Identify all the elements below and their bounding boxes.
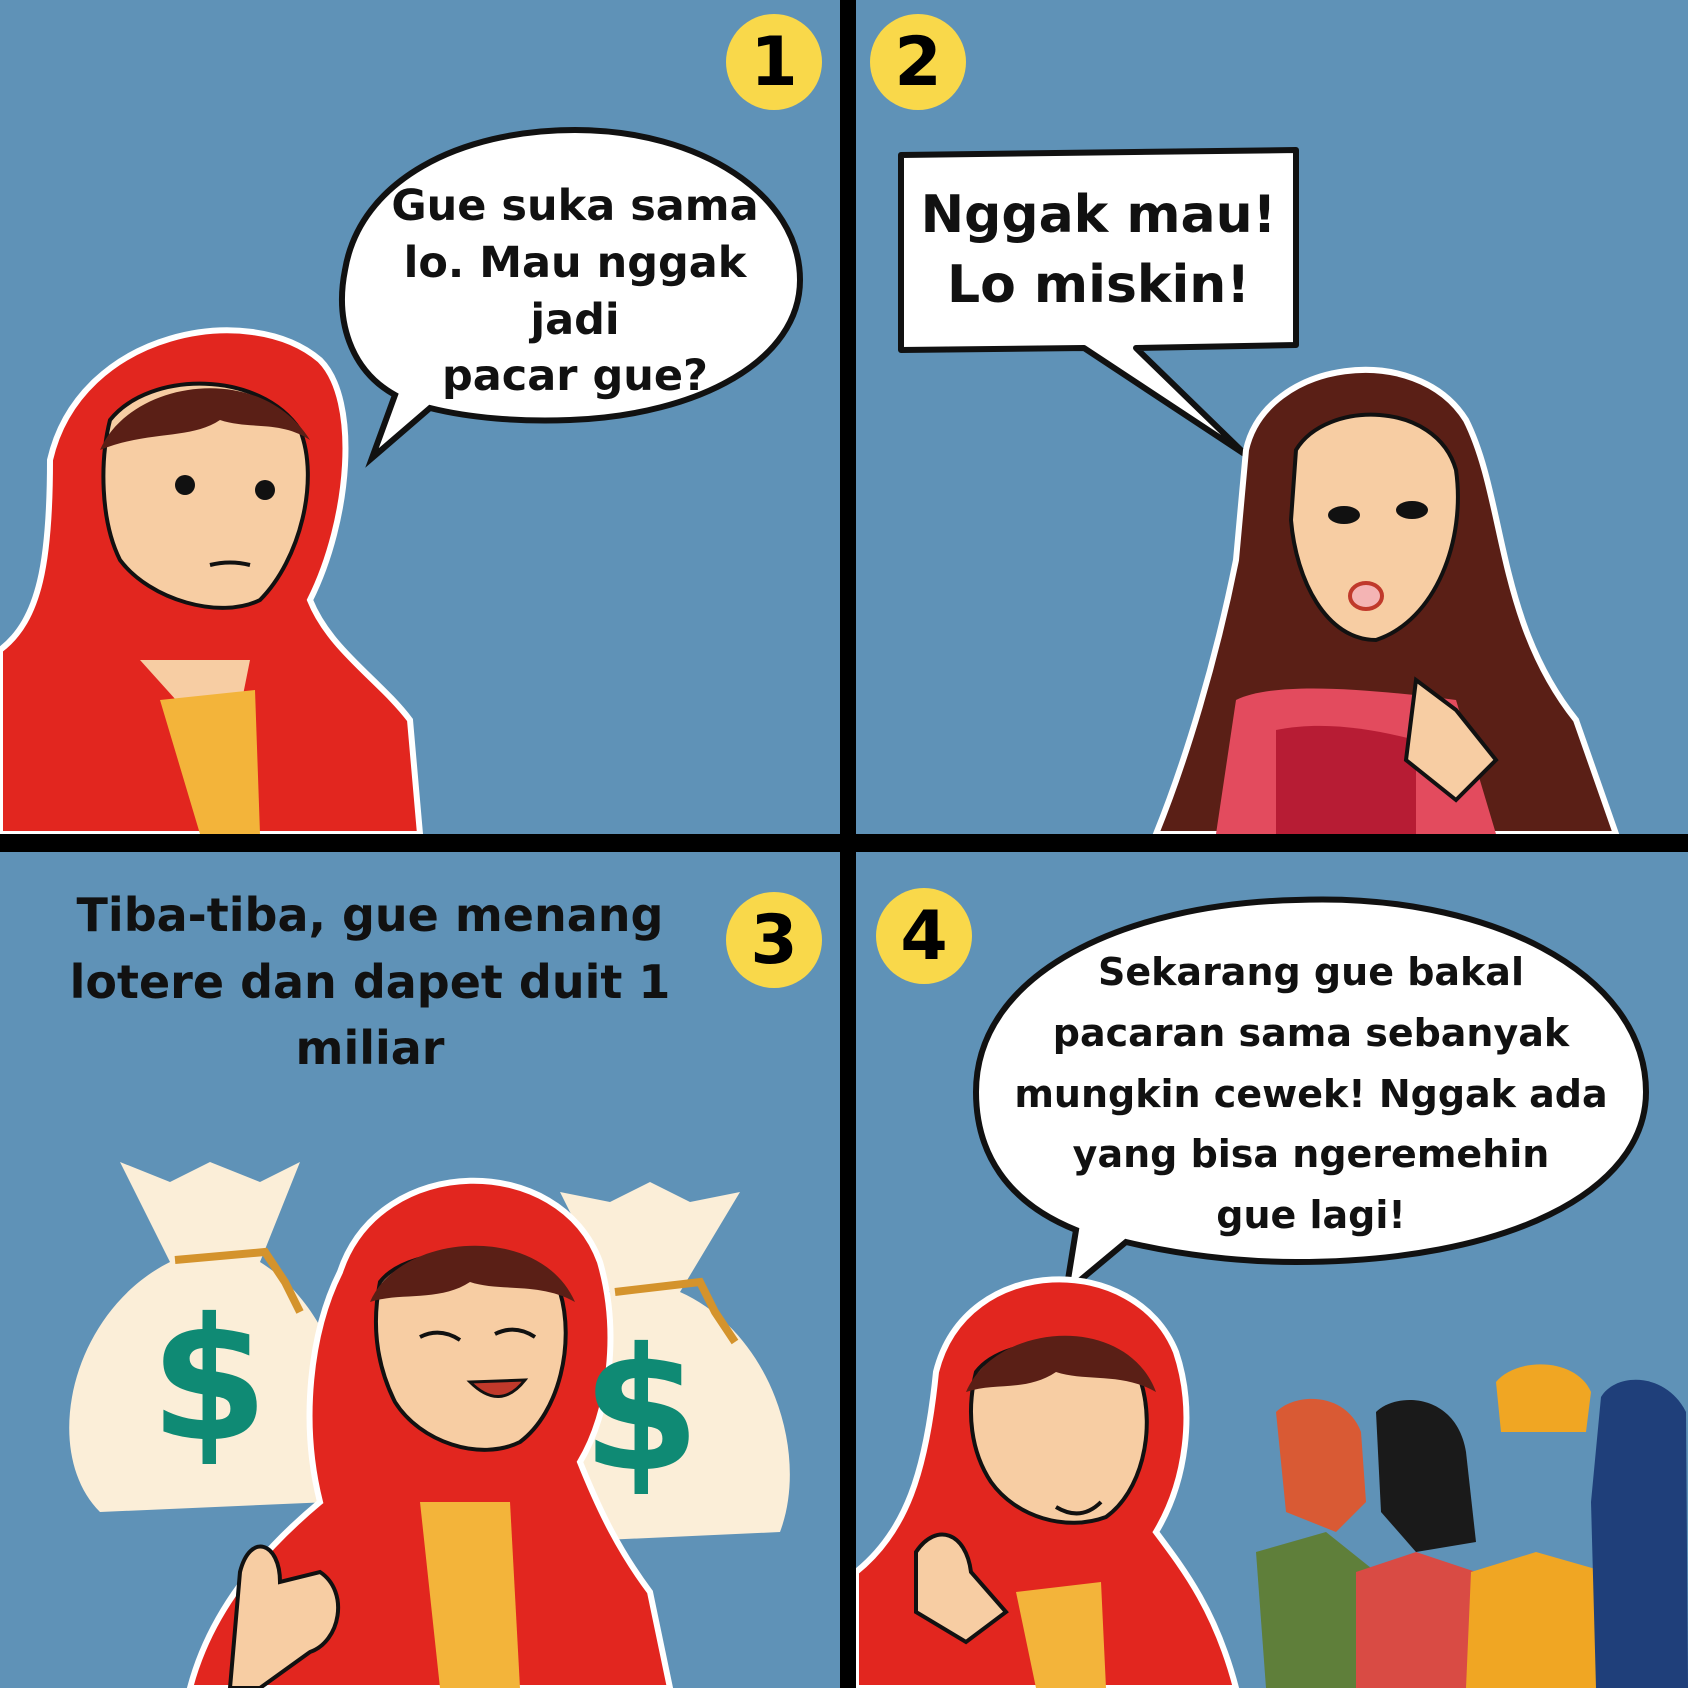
dollar-sign-right: $ [582, 1312, 701, 1510]
panel-1: 1 Gue suka sama lo. Mau nggak jadi pacar… [0, 0, 840, 834]
panel-2: 2 Nggak mau! Lo miskin! [856, 0, 1688, 834]
hooded-man [0, 327, 424, 834]
comic-strip: 1 Gue suka sama lo. Mau nggak jadi pacar… [0, 0, 1688, 1688]
speech-text-1: Gue suka sama lo. Mau nggak jadi pacar g… [391, 181, 759, 402]
panel-4: 4 Sekarang gue bakal pacaran sama sebany… [856, 852, 1688, 1688]
panel-2-art [898, 147, 1620, 834]
speech-text-2: Nggak mau! Lo miskin! [920, 185, 1277, 316]
speech-text-4: Sekarang gue bakal pacaran sama sebanyak… [1014, 950, 1608, 1238]
panel-3: Tiba-tiba, gue menang lotere dan dapet d… [0, 852, 840, 1688]
panel-1-art [0, 126, 804, 834]
dollar-sign-left: $ [150, 1282, 269, 1480]
panel-number-badge: 1 [726, 14, 822, 110]
panel-number-badge: 4 [876, 888, 972, 984]
panel-number-badge: 2 [870, 14, 966, 110]
smug-man [856, 1276, 1240, 1688]
panel-number-badge: 3 [726, 892, 822, 988]
women-group [1256, 1364, 1688, 1688]
narration-caption: Tiba-tiba, gue menang lotere dan dapet d… [69, 888, 671, 1076]
